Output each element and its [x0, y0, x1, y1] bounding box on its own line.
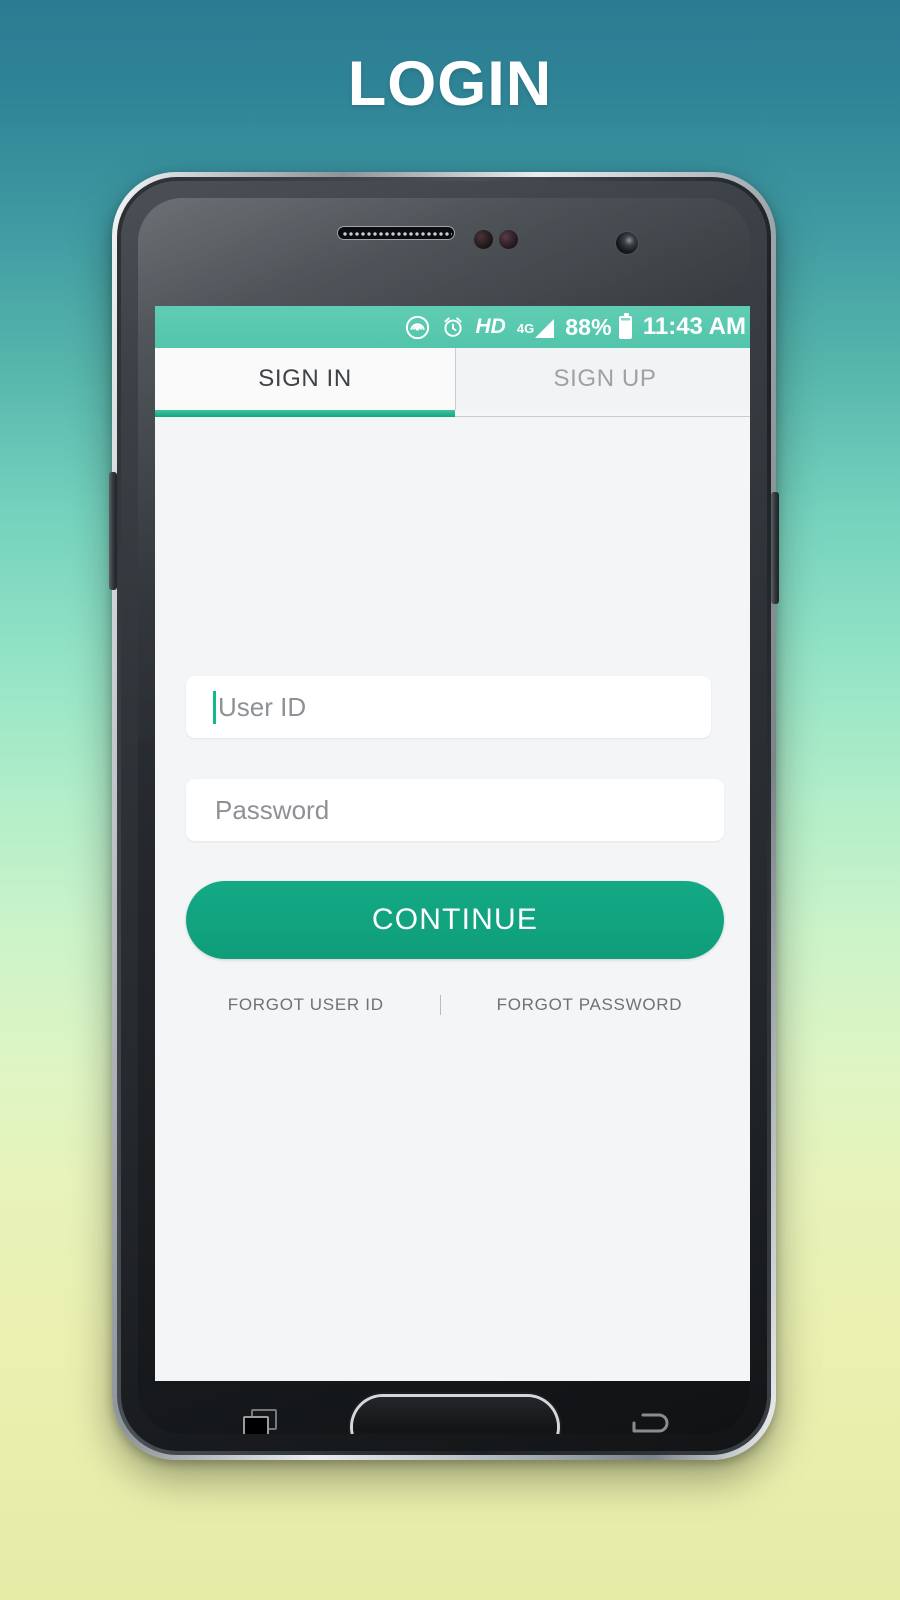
hd-label: HD — [475, 315, 506, 338]
tab-sign-up[interactable]: SIGN UP — [455, 348, 750, 410]
page-root: LOGIN HD 4G 88% 11:43 AM SIGN IN SIGN UP… — [0, 0, 900, 1600]
hd-indicator: HD — [476, 315, 506, 339]
sign-in-form: User ID Password CONTINUE FORGOT USER ID… — [155, 417, 750, 1381]
back-arrow-icon[interactable] — [629, 1409, 673, 1434]
battery-icon — [618, 312, 632, 339]
page-title: LOGIN — [347, 49, 553, 119]
tab-list: SIGN IN SIGN UP — [155, 348, 750, 410]
alarm-clock-icon — [441, 315, 465, 339]
proximity-sensor-icon — [474, 230, 493, 249]
continue-button[interactable]: CONTINUE — [186, 881, 724, 959]
clock-label: 11:43 AM — [642, 313, 746, 340]
hotspot-icon — [405, 315, 430, 340]
network-signal-indicator: 4G — [516, 316, 555, 338]
home-button[interactable] — [353, 1397, 557, 1434]
tab-sign-up-label: SIGN UP — [553, 365, 657, 392]
phone-screen: HD 4G 88% 11:43 AM SIGN IN SIGN UP User … — [155, 306, 750, 1381]
phone-body: HD 4G 88% 11:43 AM SIGN IN SIGN UP User … — [121, 181, 767, 1451]
speaker-grille-icon — [337, 226, 455, 240]
signal-bars-icon — [535, 319, 555, 338]
password-placeholder: Password — [215, 794, 330, 825]
light-sensor-icon — [499, 230, 518, 249]
battery-percent-label: 88% — [565, 313, 612, 340]
tab-divider — [455, 348, 456, 410]
forgot-password-link[interactable]: FORGOT PASSWORD — [497, 995, 683, 1015]
active-tab-indicator — [155, 410, 455, 417]
tab-bar: SIGN IN SIGN UP — [155, 348, 750, 417]
password-input[interactable]: Password — [186, 779, 724, 841]
power-button[interactable] — [771, 492, 779, 604]
tab-sign-in-label: SIGN IN — [258, 365, 352, 392]
text-caret — [213, 690, 216, 724]
phone-glass-panel: HD 4G 88% 11:43 AM SIGN IN SIGN UP User … — [138, 198, 750, 1434]
user-id-input[interactable]: User ID — [186, 676, 711, 738]
recents-icon[interactable] — [243, 1409, 277, 1434]
front-camera-icon — [616, 232, 638, 254]
forgot-links-row: FORGOT USER ID FORGOT PASSWORD — [186, 995, 724, 1015]
phone-mockup: HD 4G 88% 11:43 AM SIGN IN SIGN UP User … — [109, 172, 779, 1460]
status-bar: HD 4G 88% 11:43 AM — [155, 306, 750, 348]
tab-sign-in[interactable]: SIGN IN — [155, 348, 455, 410]
network-label: 4G — [516, 321, 535, 336]
speaker-grille-dots — [342, 230, 452, 238]
hardware-navigation-bar — [155, 1381, 750, 1434]
user-id-placeholder: User ID — [218, 691, 307, 722]
forgot-links-separator — [439, 995, 441, 1015]
battery-status: 88% — [565, 312, 632, 341]
forgot-user-id-link[interactable]: FORGOT USER ID — [228, 995, 384, 1015]
volume-rocker-button[interactable] — [109, 472, 117, 590]
recents-icon-front-rect — [243, 1416, 269, 1434]
